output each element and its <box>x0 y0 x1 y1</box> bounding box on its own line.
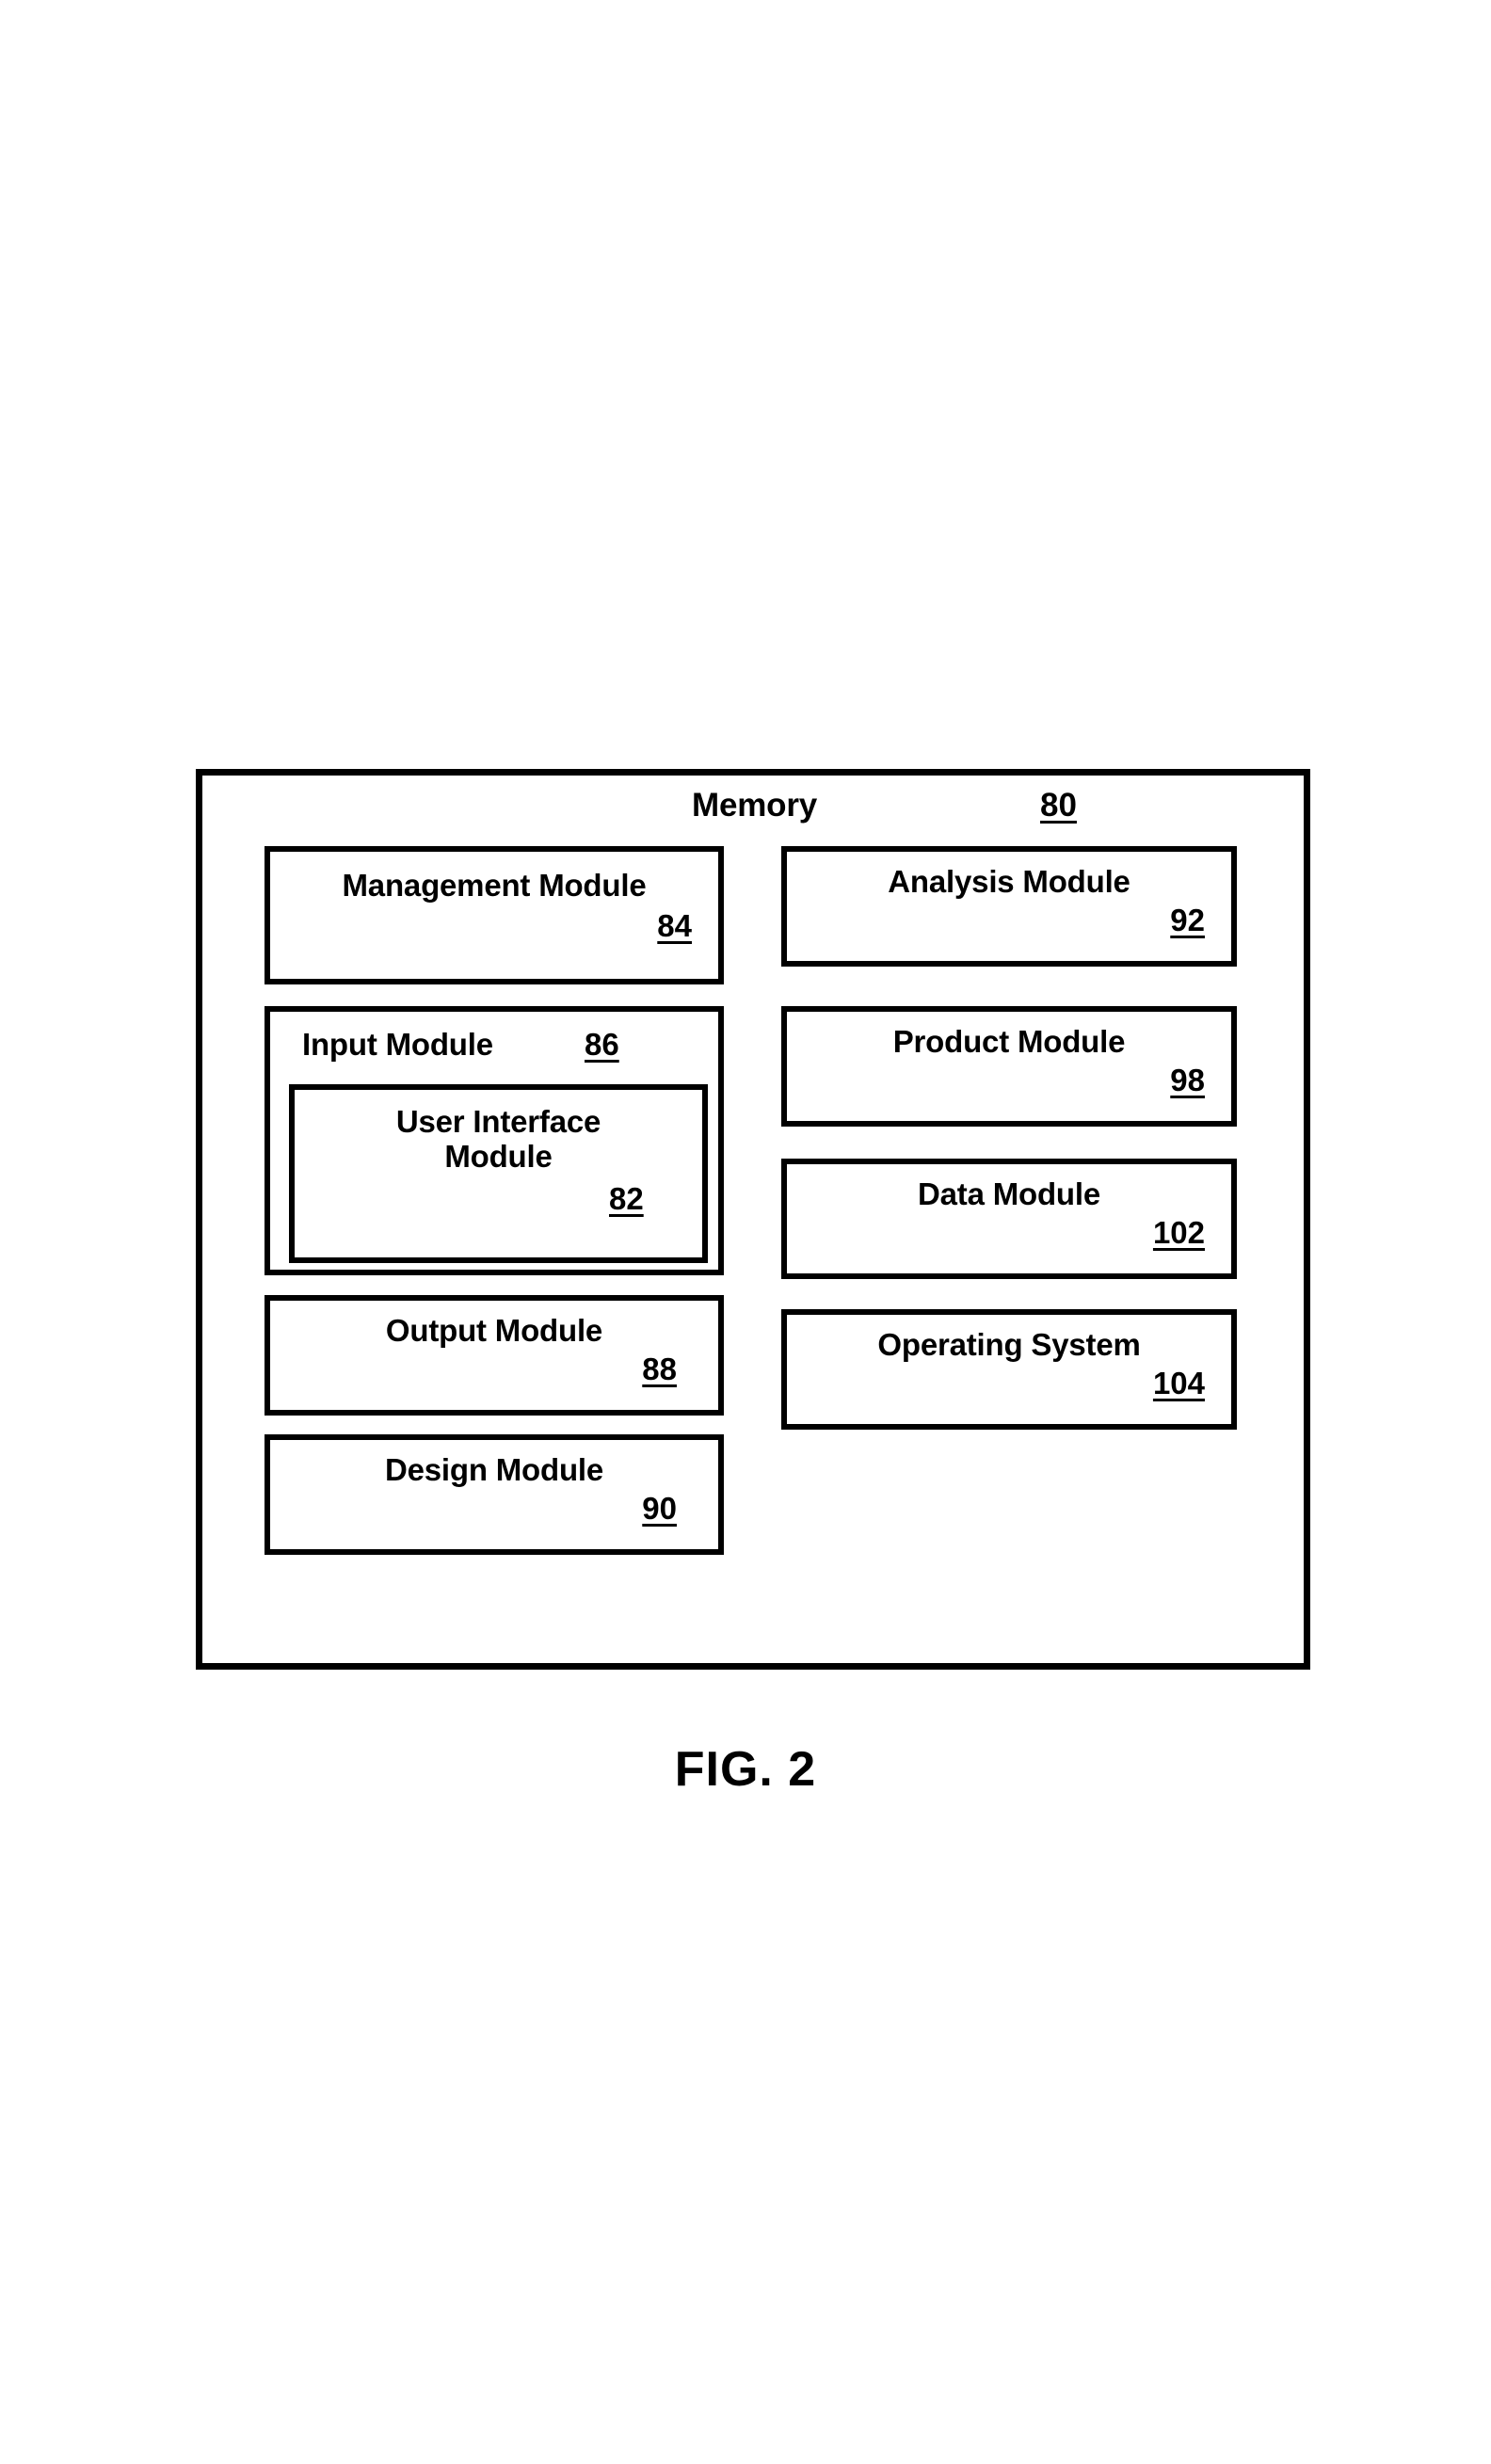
module-box-input: Input Module 86 User Interface Module 82 <box>265 1006 724 1275</box>
module-box-output: Output Module 88 <box>265 1295 724 1416</box>
module-box-design: Design Module 90 <box>265 1434 724 1555</box>
operating-system-label: Operating System <box>877 1327 1141 1362</box>
module-box-user-interface: User Interface Module 82 <box>289 1084 708 1263</box>
memory-title: Memory <box>692 787 818 824</box>
user-interface-module-label-line2: Module <box>444 1138 553 1174</box>
input-module-reference-numeral: 86 <box>585 1027 619 1062</box>
module-box-data: Data Module 102 <box>781 1159 1237 1279</box>
management-module-reference-numeral: 84 <box>657 908 692 943</box>
module-box-management: Management Module 84 <box>265 846 724 984</box>
module-box-operating-system: Operating System 104 <box>781 1309 1237 1430</box>
memory-reference-numeral: 80 <box>1040 787 1077 824</box>
user-interface-module-label-line1: User Interface <box>395 1104 601 1139</box>
product-module-reference-numeral: 98 <box>1170 1063 1205 1097</box>
data-module-label: Data Module <box>918 1176 1100 1211</box>
module-box-analysis: Analysis Module 92 <box>781 846 1237 967</box>
user-interface-module-label: User Interface Module <box>295 1104 702 1175</box>
memory-header: Memory 80 <box>202 776 1304 846</box>
analysis-module-reference-numeral: 92 <box>1170 903 1205 937</box>
product-module-label: Product Module <box>892 1024 1126 1059</box>
figure-caption: FIG. 2 <box>674 1742 817 1797</box>
module-box-product: Product Module 98 <box>781 1006 1237 1127</box>
memory-block-diagram: Memory 80 Management Module 84 Input Mod… <box>196 769 1310 1670</box>
output-module-reference-numeral: 88 <box>642 1352 677 1386</box>
design-module-reference-numeral: 90 <box>642 1491 677 1526</box>
data-module-reference-numeral: 102 <box>1152 1215 1205 1250</box>
operating-system-reference-numeral: 104 <box>1152 1366 1205 1400</box>
management-module-label: Management Module <box>342 868 647 903</box>
analysis-module-label: Analysis Module <box>888 864 1130 899</box>
user-interface-module-reference-numeral: 82 <box>609 1181 644 1216</box>
design-module-label: Design Module <box>384 1452 604 1487</box>
output-module-label: Output Module <box>385 1313 603 1348</box>
input-module-label: Input Module <box>302 1027 493 1062</box>
